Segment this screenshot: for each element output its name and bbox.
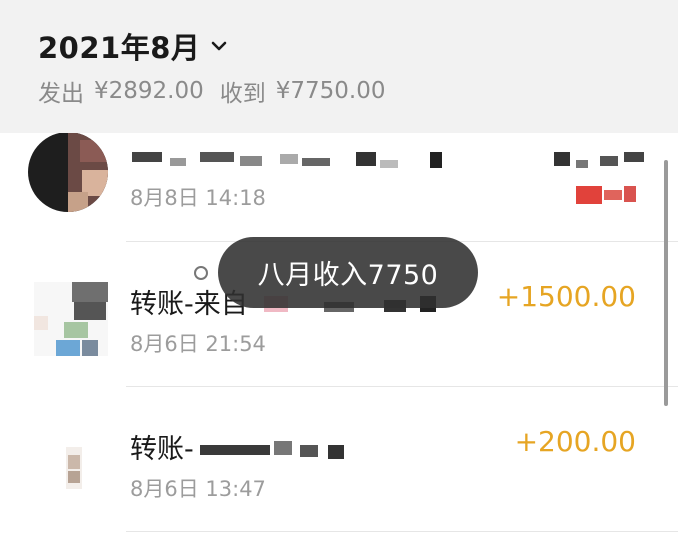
redacted-amount [574,182,638,206]
transaction-title: 转账- [130,434,194,465]
transaction-amount: +1500.00 [496,280,636,313]
month-summary: 发出 ¥2892.00 收到 ¥7750.00 [38,74,386,108]
transaction-row[interactable]: 转账- 8月6日 13:47 +200.00 [0,387,678,532]
transaction-time: 8月6日 21:54 [130,332,266,356]
transaction-time: 8月8日 14:18 [130,186,266,210]
toast-text: 八月收入7750 [257,260,439,291]
divider [126,531,678,532]
income-amount: ¥7750.00 [275,78,386,104]
income-label: 收到 [219,81,266,107]
avatar [28,132,108,212]
expense-label: 发出 [38,81,84,107]
toast-message: 八月收入7750 [218,237,478,308]
circle-icon [194,266,208,280]
redacted-title [130,148,650,172]
redacted-sender [200,435,360,461]
transaction-time: 8月6日 13:47 [130,477,266,501]
month-label: 2021年8月 [38,31,201,65]
month-header: 2021年8月 发出 ¥2892.00 收到 ¥7750.00 [0,0,678,133]
month-selector[interactable]: 2021年8月 [38,24,228,68]
expense-amount: ¥2892.00 [94,78,204,104]
chevron-down-icon [210,37,228,55]
scrollbar[interactable] [664,160,668,406]
avatar [34,282,108,356]
avatar [66,447,82,489]
transaction-amount: +200.00 [514,425,636,458]
